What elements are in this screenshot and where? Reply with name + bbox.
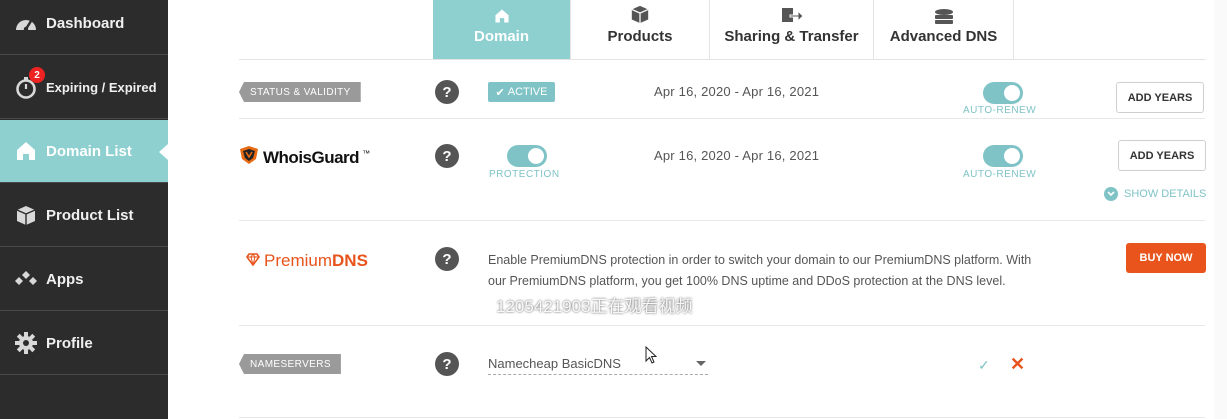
row-divider — [239, 220, 1205, 221]
status-badge-label: ACTIVE — [507, 86, 548, 98]
caret-down-icon — [696, 361, 706, 366]
whoisguard-dates: Apr 16, 2020 - Apr 16, 2021 — [654, 148, 820, 163]
trademark-symbol: ™ — [362, 149, 371, 158]
buy-now-button[interactable]: BUY NOW — [1126, 243, 1206, 273]
sidebar-item-apps[interactable]: Apps — [0, 248, 168, 311]
add-years-button[interactable]: ADD YEARS — [1116, 82, 1204, 113]
mouse-cursor-icon — [645, 345, 658, 369]
box-icon — [13, 202, 39, 228]
tabs-divider — [239, 59, 1205, 60]
sidebar-item-label: Expiring / Expired — [46, 79, 157, 95]
help-icon[interactable]: ? — [435, 144, 459, 168]
scrollbar[interactable] — [1214, 0, 1227, 419]
sidebar-item-label: Dashboard — [46, 14, 125, 32]
home-icon — [13, 138, 39, 164]
tab-label: Sharing & Transfer — [724, 28, 859, 45]
nameserver-select-value: Namecheap BasicDNS — [488, 356, 621, 371]
row-divider — [239, 417, 1205, 418]
tab-products[interactable]: Products — [571, 0, 710, 59]
sidebar-item-label: Product List — [46, 206, 134, 224]
protection-toggle[interactable] — [507, 145, 547, 167]
tab-label: Advanced DNS — [889, 28, 998, 45]
domain-tabs: Domain Products Sharing & Transfer Advan… — [433, 0, 1014, 59]
auto-renew-label: AUTO-RENEW — [963, 169, 1037, 180]
confirm-checkmark-icon[interactable]: ✓ — [978, 357, 990, 374]
premiumdns-logo-suffix: DNS — [332, 251, 368, 270]
help-icon[interactable]: ? — [435, 80, 459, 104]
row-divider — [239, 325, 1205, 326]
help-icon[interactable]: ? — [435, 247, 459, 271]
show-details-link[interactable]: SHOW DETAILS — [1104, 187, 1206, 201]
nameserver-select[interactable]: Namecheap BasicDNS — [488, 353, 708, 375]
auto-renew-toggle[interactable] — [983, 82, 1023, 104]
row-divider — [239, 118, 1205, 119]
box-icon — [630, 2, 650, 24]
viewer-watermark: 1205421903正在观看视频 — [496, 297, 693, 316]
status-badge: ✔ ACTIVE — [488, 82, 555, 102]
check-icon: ✔ — [495, 86, 505, 99]
sidebar-item-label: Profile — [46, 334, 93, 352]
tab-label: Domain — [473, 28, 529, 45]
notification-badge: 2 — [29, 67, 45, 83]
premiumdns-description: Enable PremiumDNS protection in order to… — [488, 253, 1032, 288]
whoisguard-auto-renew-toggle[interactable] — [983, 145, 1023, 167]
sidebar-item-label: Apps — [46, 270, 84, 288]
dashboard-gauge-icon — [13, 10, 39, 36]
help-icon[interactable]: ? — [435, 352, 459, 376]
apps-diamonds-icon — [13, 266, 39, 292]
cancel-x-icon[interactable]: ✕ — [1010, 354, 1025, 375]
sidebar: Dashboard 2 Expiring / Expired Domain Li… — [0, 0, 168, 419]
premiumdns-logo: PremiumDNS — [246, 251, 368, 271]
auto-renew-label: AUTO-RENEW — [963, 105, 1037, 116]
tab-advanced-dns[interactable]: Advanced DNS — [874, 0, 1014, 59]
server-icon — [933, 2, 955, 24]
show-details-label: SHOW DETAILS — [1124, 188, 1207, 200]
sidebar-item-domain-list[interactable]: Domain List — [0, 120, 168, 183]
validity-dates: Apr 16, 2020 - Apr 16, 2021 — [654, 84, 820, 99]
chevron-down-icon — [1104, 187, 1118, 201]
tab-domain[interactable]: Domain — [433, 0, 571, 59]
tab-sharing-transfer[interactable]: Sharing & Transfer — [710, 0, 874, 59]
sidebar-item-profile[interactable]: Profile — [0, 312, 168, 375]
gear-icon — [13, 330, 39, 356]
sidebar-item-expiring[interactable]: 2 Expiring / Expired — [0, 56, 168, 119]
sidebar-item-dashboard[interactable]: Dashboard — [0, 0, 168, 55]
whoisguard-shield-icon — [238, 145, 260, 170]
diamond-icon — [246, 251, 260, 271]
whoisguard-add-years-button[interactable]: ADD YEARS — [1118, 140, 1206, 171]
home-icon — [494, 2, 510, 24]
sidebar-item-product-list[interactable]: Product List — [0, 184, 168, 247]
transfer-icon — [780, 2, 804, 24]
whoisguard-logo-text: WhoisGuard — [263, 147, 360, 167]
protection-label: PROTECTION — [489, 169, 560, 180]
tab-label: Products — [607, 28, 673, 45]
premiumdns-logo-prefix: Premium — [264, 251, 333, 270]
nameservers-tag: NAMESERVERS — [239, 354, 341, 374]
status-validity-tag: STATUS & VALIDITY — [239, 82, 361, 102]
sidebar-item-label: Domain List — [46, 142, 132, 160]
whoisguard-logo: WhoisGuard ™ — [238, 145, 370, 170]
